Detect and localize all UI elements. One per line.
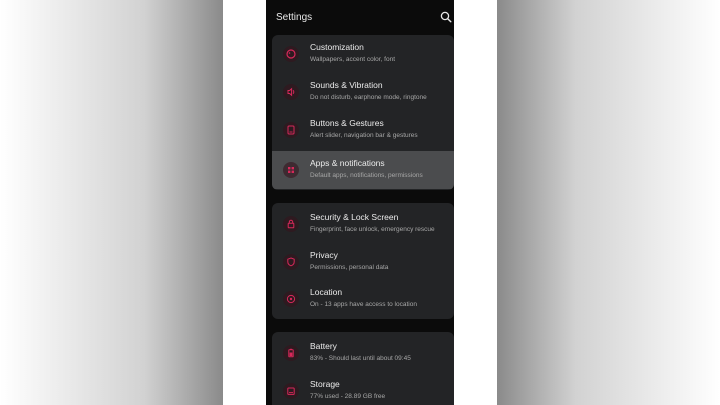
apps-icon bbox=[283, 162, 299, 178]
settings-item-security-lock-screen[interactable]: Security & Lock Screen Fingerprint, face… bbox=[272, 205, 454, 243]
settings-item-summary: Alert slider, navigation bar & gestures bbox=[310, 132, 418, 139]
gesture-icon bbox=[283, 122, 299, 138]
settings-item-summary: 83% - Should last until about 09:45 bbox=[310, 355, 411, 362]
settings-item-label: Buttons & Gestures bbox=[310, 118, 384, 128]
search-icon[interactable] bbox=[440, 11, 452, 23]
settings-item-summary: Do not disturb, earphone mode, ringtone bbox=[310, 94, 427, 101]
top-app-bar: Settings bbox=[266, 0, 454, 34]
settings-item-summary: On - 13 apps have access to location bbox=[310, 301, 417, 308]
settings-group-security: Security & Lock Screen Fingerprint, face… bbox=[272, 203, 454, 319]
page-title: Settings bbox=[276, 12, 313, 23]
settings-item-label: Location bbox=[310, 287, 343, 297]
settings-item-summary: Default apps, notifications, permissions bbox=[310, 172, 423, 179]
settings-group-personalization: Customization Wallpapers, accent color, … bbox=[272, 35, 454, 190]
location-icon bbox=[283, 291, 299, 307]
settings-item-battery[interactable]: Battery 83% - Should last until about 09… bbox=[272, 334, 454, 372]
settings-item-summary: Permissions, personal data bbox=[310, 264, 389, 271]
lock-icon bbox=[283, 216, 299, 232]
settings-item-sounds-vibration[interactable]: Sounds & Vibration Do not disturb, earph… bbox=[272, 73, 454, 111]
settings-item-label: Privacy bbox=[310, 250, 338, 260]
settings-item-storage[interactable]: Storage 77% used - 28.89 GB free bbox=[272, 372, 454, 405]
settings-item-apps-notifications[interactable]: Apps & notifications Default apps, notif… bbox=[272, 151, 454, 189]
settings-item-privacy[interactable]: Privacy Permissions, personal data bbox=[272, 243, 454, 281]
phone-screen: Settings Customization Wallpapers, accen… bbox=[266, 0, 454, 405]
settings-item-label: Storage bbox=[310, 379, 340, 389]
settings-item-label: Sounds & Vibration bbox=[310, 80, 383, 90]
sound-icon bbox=[283, 84, 299, 100]
settings-item-label: Apps & notifications bbox=[310, 158, 385, 168]
settings-group-device: Battery 83% - Should last until about 09… bbox=[272, 332, 454, 405]
settings-item-label: Security & Lock Screen bbox=[310, 212, 399, 222]
storage-icon bbox=[283, 383, 299, 399]
settings-item-location[interactable]: Location On - 13 apps have access to loc… bbox=[272, 280, 454, 318]
settings-item-summary: 77% used - 28.89 GB free bbox=[310, 393, 386, 400]
battery-icon bbox=[283, 345, 299, 361]
settings-item-label: Customization bbox=[310, 42, 364, 52]
palette-icon bbox=[283, 46, 299, 62]
settings-item-summary: Fingerprint, face unlock, emergency resc… bbox=[310, 226, 435, 233]
privacy-icon bbox=[283, 254, 299, 270]
settings-item-summary: Wallpapers, accent color, font bbox=[310, 56, 396, 63]
settings-item-customization[interactable]: Customization Wallpapers, accent color, … bbox=[272, 35, 454, 73]
settings-item-buttons-gestures[interactable]: Buttons & Gestures Alert slider, navigat… bbox=[272, 111, 454, 149]
settings-item-label: Battery bbox=[310, 341, 337, 351]
